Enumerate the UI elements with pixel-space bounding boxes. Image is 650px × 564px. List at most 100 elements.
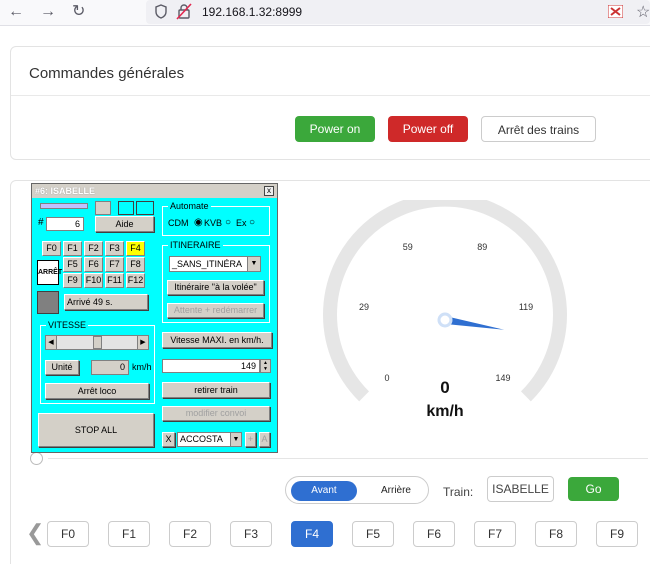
- cdm-radio[interactable]: ◉: [194, 217, 203, 228]
- unit-button[interactable]: Unité: [45, 360, 79, 375]
- forward-option[interactable]: Avant: [291, 481, 357, 501]
- view-toggle[interactable]: [118, 201, 134, 215]
- function-button-f9[interactable]: F9: [596, 521, 638, 547]
- help-button[interactable]: Aide: [95, 216, 154, 232]
- general-commands-title: Commandes générales: [29, 65, 185, 82]
- itineraire-label: ITINERAIRE: [168, 240, 223, 250]
- function-key-f5[interactable]: F5: [63, 257, 82, 272]
- slider-thumb[interactable]: [93, 336, 102, 349]
- stop-trains-button[interactable]: Arrêt des trains: [481, 116, 596, 142]
- view-toggle[interactable]: [95, 201, 111, 215]
- plus-button[interactable]: +: [245, 432, 256, 447]
- url-bar[interactable]: 192.168.1.32:8999 ☆: [146, 0, 650, 24]
- loco-window-title-text: #6: ISABELLE: [35, 186, 96, 196]
- function-key-f2[interactable]: F2: [84, 241, 103, 256]
- speed-field[interactable]: 0: [91, 360, 129, 375]
- divider: [11, 95, 650, 96]
- train-label: Train:: [443, 485, 474, 499]
- function-button-f3[interactable]: F3: [230, 521, 272, 547]
- function-button-f2[interactable]: F2: [169, 521, 211, 547]
- stop-all-button[interactable]: STOP ALL: [38, 413, 154, 447]
- power-on-button[interactable]: Power on: [295, 116, 375, 142]
- function-button-f0[interactable]: F0: [47, 521, 89, 547]
- speed-unit: km/h: [426, 403, 463, 420]
- loco-window: #6: ISABELLE x # 6 Aide Automate CDM ◉ K…: [31, 183, 278, 453]
- selector-radio[interactable]: [30, 452, 43, 465]
- bookmark-star-icon[interactable]: ☆: [636, 2, 650, 22]
- function-key-f1[interactable]: F1: [63, 241, 82, 256]
- function-key-f3[interactable]: F3: [105, 241, 124, 256]
- arrow-left-icon[interactable]: ←: [8, 3, 24, 21]
- go-button[interactable]: Go: [568, 477, 619, 501]
- function-key-f9[interactable]: F9: [63, 273, 82, 288]
- x-button[interactable]: X: [162, 432, 175, 447]
- browser-toolbar: ← → ↻ 192.168.1.32:8999 ☆: [0, 0, 650, 26]
- function-key-f0[interactable]: F0: [42, 241, 61, 256]
- vitesse-label: VITESSE: [46, 320, 89, 330]
- function-key-f10[interactable]: F10: [84, 273, 103, 288]
- attente-redemarrer-button[interactable]: Attente + redémarrer: [167, 303, 264, 318]
- power-off-button[interactable]: Power off: [388, 116, 468, 142]
- max-speed-field[interactable]: 149: [162, 359, 260, 373]
- automate-label: Automate: [168, 201, 211, 211]
- loco-number-field[interactable]: 6: [46, 217, 84, 231]
- gauge-needle: [444, 316, 505, 330]
- gauge-tick-label: 149: [495, 373, 510, 383]
- status-indicator: [37, 291, 59, 314]
- itineraire-select[interactable]: _SANS_ITINÉRA ▼: [169, 256, 261, 272]
- gauge-hub: [437, 312, 453, 328]
- kvb-radio[interactable]: ○: [225, 217, 231, 228]
- function-key-f4[interactable]: F4: [126, 241, 145, 256]
- chevron-left-icon[interactable]: ❮: [26, 520, 44, 546]
- accosta-value: ACCOSTA: [180, 434, 223, 444]
- translate-icon[interactable]: [608, 5, 623, 18]
- loco-window-title: #6: ISABELLE: [32, 184, 277, 198]
- direction-toggle[interactable]: Avant Arrière: [285, 476, 429, 504]
- train-input[interactable]: ISABELLE: [487, 476, 554, 502]
- function-button-f6[interactable]: F6: [413, 521, 455, 547]
- arret-sign: ARRÊT: [37, 260, 62, 285]
- itineraire-value: _SANS_ITINÉRA: [172, 259, 243, 269]
- arret-loco-button[interactable]: Arrêt loco: [45, 383, 149, 399]
- function-key-f7[interactable]: F7: [105, 257, 124, 272]
- gauge-tick-label: 59: [403, 242, 413, 252]
- function-key-f6[interactable]: F6: [84, 257, 103, 272]
- kvb-label: KVB: [204, 218, 223, 228]
- chevron-down-icon[interactable]: ▼: [247, 257, 260, 271]
- a-button[interactable]: A: [259, 432, 270, 447]
- retirer-train-button[interactable]: retirer train: [162, 382, 270, 398]
- ex-radio[interactable]: ○: [249, 217, 255, 228]
- arrow-left-icon[interactable]: ◀: [46, 336, 57, 349]
- divider: [48, 458, 648, 459]
- insecure-lock-icon[interactable]: [176, 3, 192, 20]
- speed-value: 0: [440, 378, 449, 397]
- function-button-f7[interactable]: F7: [474, 521, 516, 547]
- gauge-tick-label: 0: [384, 373, 389, 383]
- view-toggle[interactable]: [136, 201, 154, 215]
- arrow-right-icon[interactable]: →: [40, 3, 56, 21]
- function-button-f5[interactable]: F5: [352, 521, 394, 547]
- reload-icon[interactable]: ↻: [72, 3, 85, 21]
- cdm-label: CDM: [168, 218, 189, 228]
- function-key-f8[interactable]: F8: [126, 257, 145, 272]
- speed-slider[interactable]: ◀ ▶: [45, 335, 149, 350]
- accosta-select[interactable]: ACCOSTA ▼: [177, 432, 242, 447]
- chevron-down-icon[interactable]: ▼: [230, 433, 241, 446]
- function-button-f4[interactable]: F4: [291, 521, 333, 547]
- function-key-f12[interactable]: F12: [126, 273, 145, 288]
- modifier-convoi-button[interactable]: modifier convoi: [162, 406, 270, 421]
- backward-option[interactable]: Arrière: [366, 481, 426, 501]
- general-commands-card: Commandes générales Power on Power off A…: [10, 46, 650, 160]
- function-button-f1[interactable]: F1: [108, 521, 150, 547]
- function-key-f11[interactable]: F11: [105, 273, 124, 288]
- function-button-f8[interactable]: F8: [535, 521, 577, 547]
- arrow-right-icon[interactable]: ▶: [137, 336, 148, 349]
- gauge-tick-label: 119: [519, 302, 533, 312]
- itineraire-volee-button[interactable]: Itinéraire "à la volée": [167, 280, 264, 295]
- automate-group: Automate CDM ◉ KVB ○ Ex ○: [162, 201, 270, 236]
- max-speed-spinner[interactable]: ▲ ▼: [260, 359, 271, 373]
- arrival-label: Arrivé 49 s.: [64, 294, 148, 310]
- close-icon[interactable]: x: [264, 186, 274, 196]
- gauge-tick-label: 89: [477, 242, 487, 252]
- vitesse-max-label: Vitesse MAXI. en km/h.: [162, 332, 272, 348]
